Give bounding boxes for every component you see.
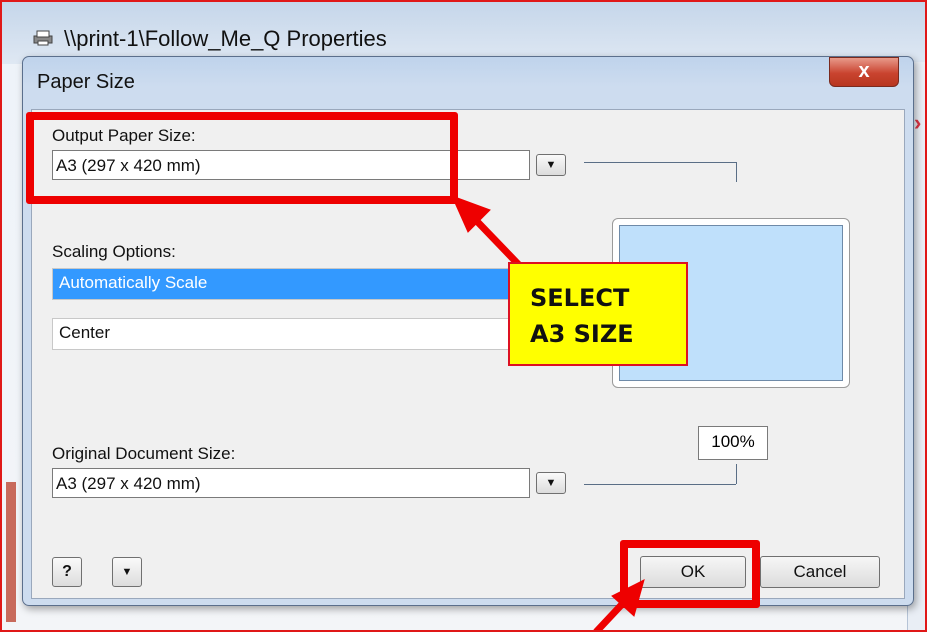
callout-line-1: SELECT — [530, 284, 630, 312]
callout-line-2: A3 SIZE — [530, 320, 634, 348]
select-a3-callout: SELECT A3 SIZE — [508, 262, 688, 366]
arrow-to-ok — [593, 579, 645, 632]
arrow-to-output-size — [451, 195, 523, 269]
annotation-arrows — [451, 195, 645, 632]
